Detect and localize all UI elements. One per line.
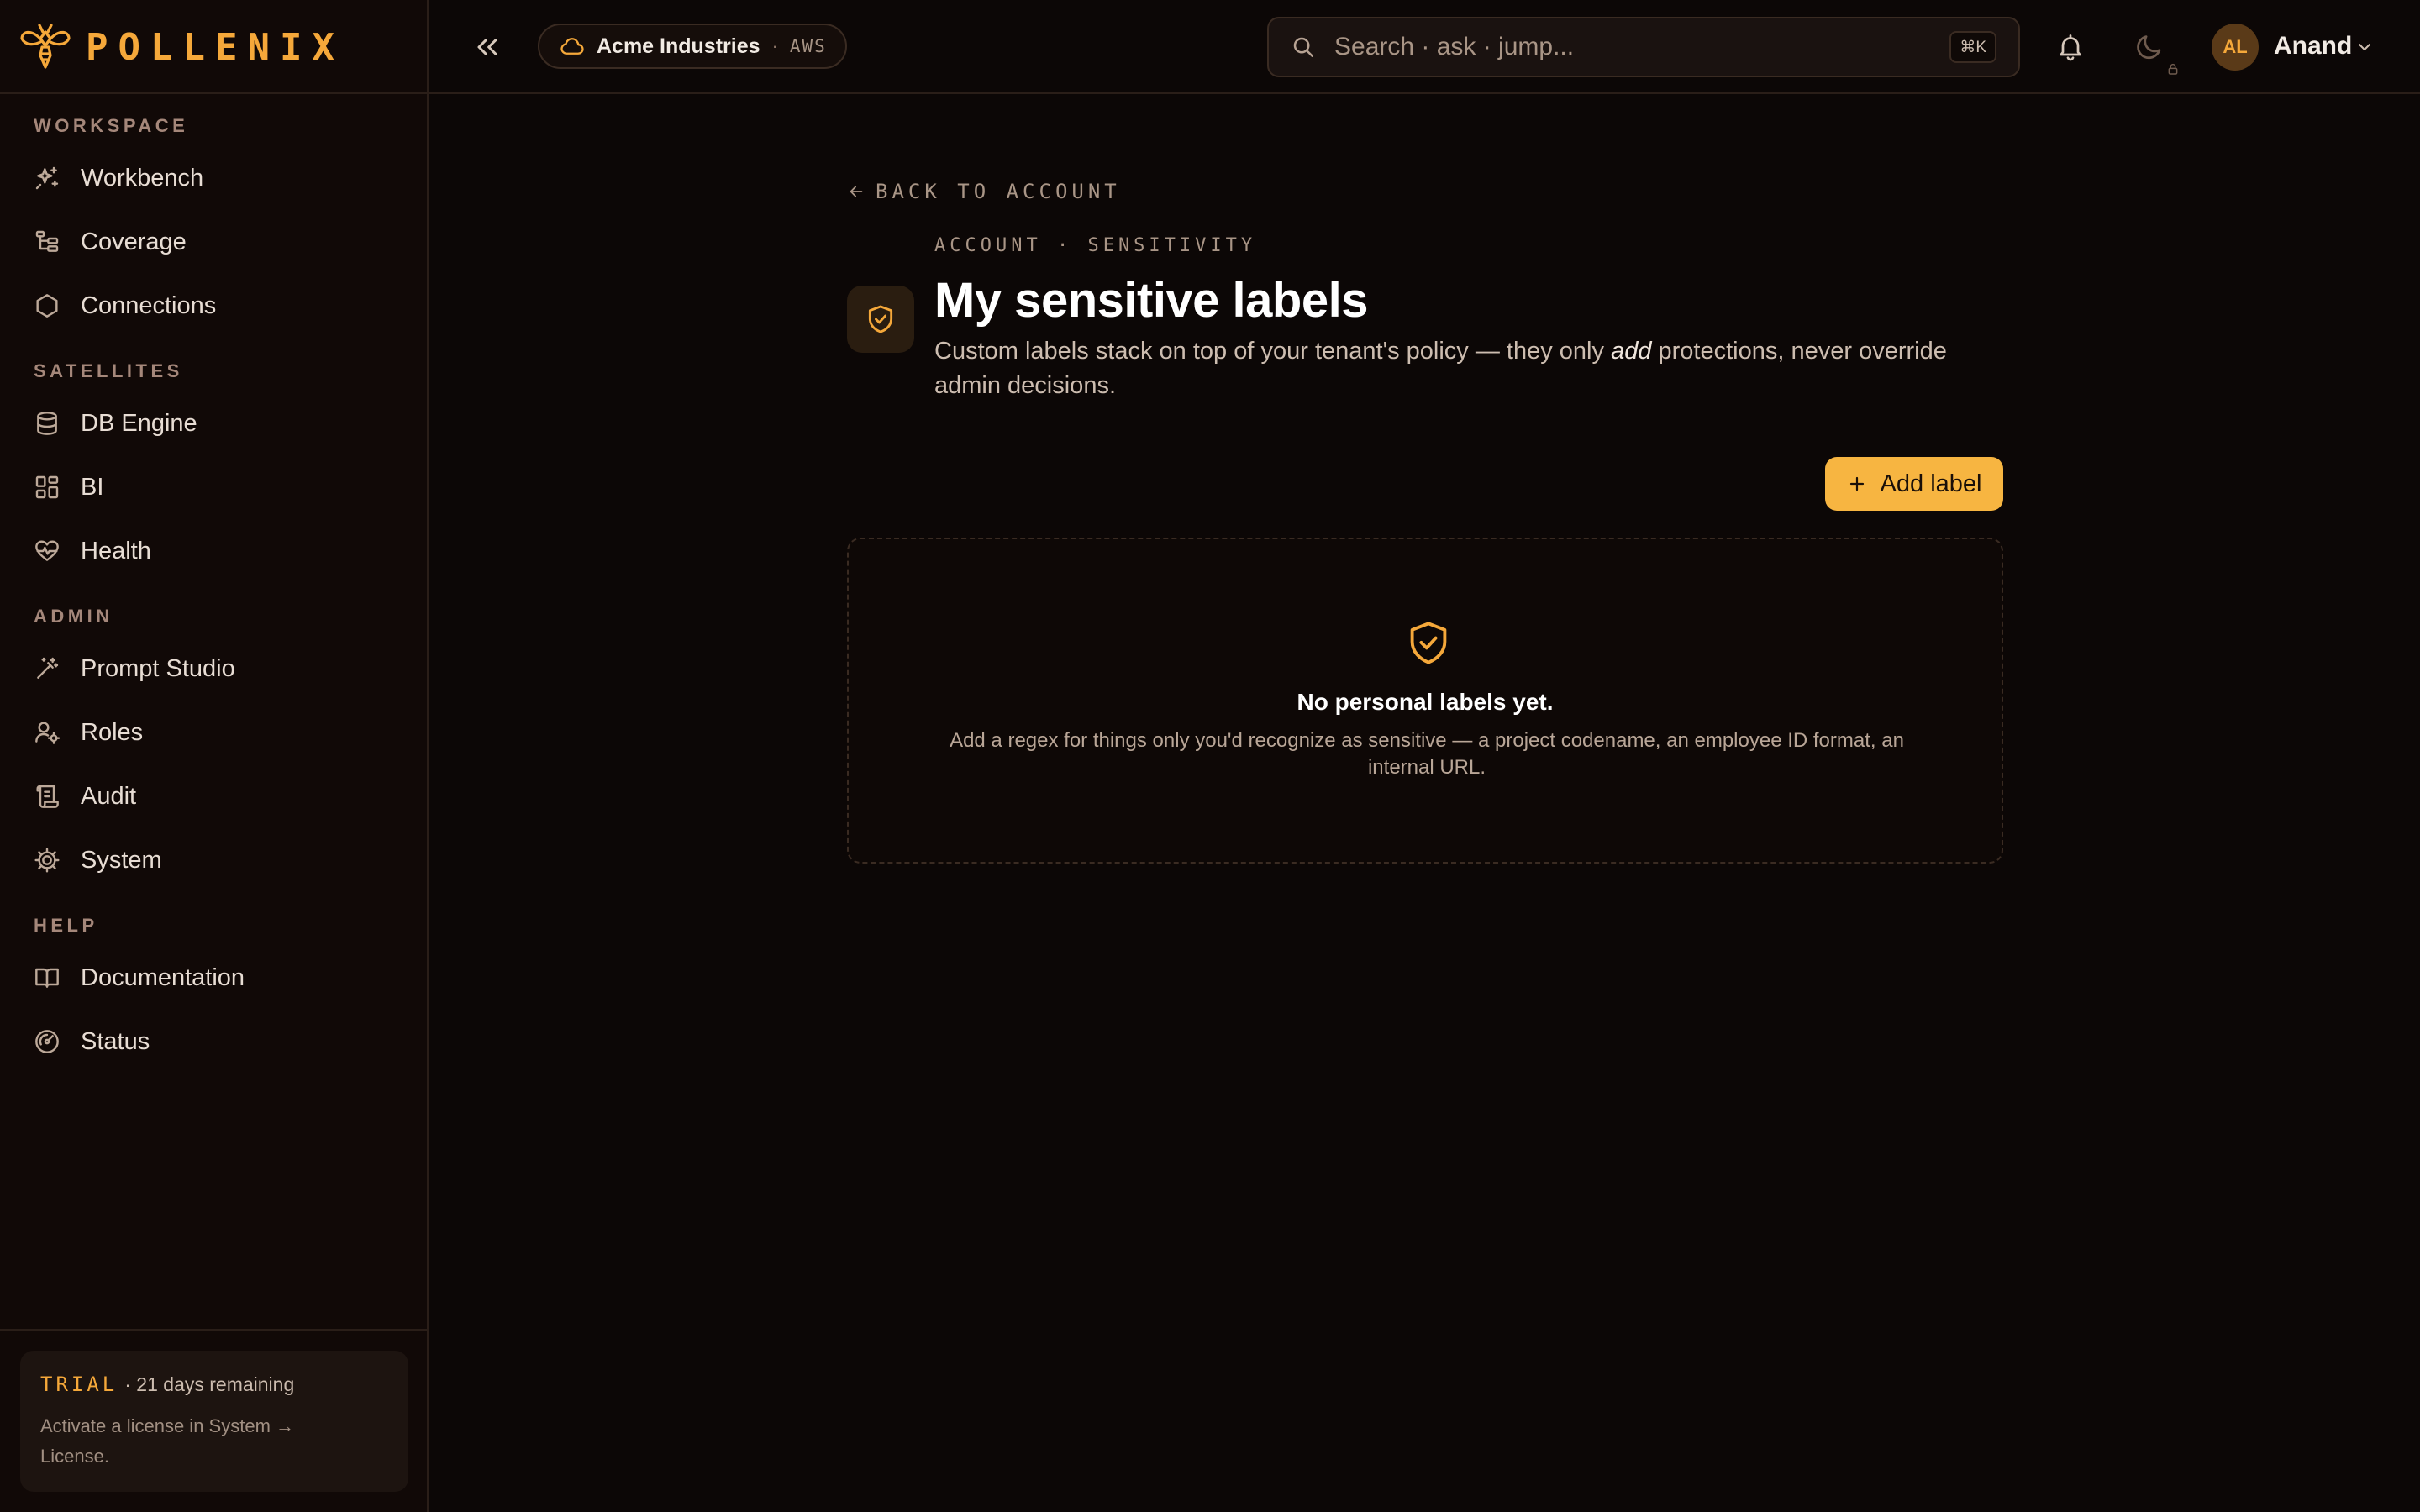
search-input[interactable] <box>1334 33 1932 61</box>
sidebar-item-label: DB Engine <box>81 409 197 437</box>
sidebar-item-workbench[interactable]: Workbench <box>0 146 429 210</box>
empty-state-title: No personal labels yet. <box>1297 689 1554 715</box>
breadcrumb: ACCOUNT · SENSITIVITY <box>934 235 1257 256</box>
sidebar-nav: WORKSPACE Workbench Coverage Connections… <box>0 114 429 1074</box>
sidebar-item-coverage[interactable]: Coverage <box>0 210 429 274</box>
global-search[interactable]: ⌘K <box>1267 17 2020 77</box>
section-title-workspace: WORKSPACE <box>34 115 189 136</box>
sidebar-item-db-engine[interactable]: DB Engine <box>0 391 429 455</box>
sidebar-item-prompt-studio[interactable]: Prompt Studio <box>0 637 429 701</box>
brand-logo[interactable]: POLLENIX <box>18 20 345 74</box>
lock-icon <box>2166 62 2180 76</box>
sidebar-item-label: Status <box>81 1027 150 1055</box>
shield-check-icon <box>868 305 893 333</box>
trial-badge: TRIAL <box>40 1373 118 1396</box>
description-emphasis: add <box>1611 338 1652 365</box>
search-shortcut-badge: ⌘K <box>1949 31 1996 63</box>
arrow-left-icon <box>850 186 863 197</box>
section-title-help: HELP <box>34 915 98 936</box>
sidebar-item-health[interactable]: Health <box>0 519 429 583</box>
sidebar: POLLENIX WORKSPACE Workbench Coverage Co… <box>0 0 429 1512</box>
sidebar-item-status[interactable]: Status <box>0 1010 429 1074</box>
sidebar-divider <box>0 1329 429 1331</box>
chevron-down-icon <box>2359 44 2370 50</box>
moon-icon <box>2137 35 2161 60</box>
search-icon <box>1293 37 1313 57</box>
user-cog-icon <box>35 722 60 744</box>
dashboard-icon <box>35 475 59 499</box>
tenant-name: Acme Industries <box>597 34 760 58</box>
bee-logo-icon <box>20 24 71 69</box>
sidebar-item-roles[interactable]: Roles <box>0 701 429 764</box>
sidebar-item-bi[interactable]: BI <box>0 455 429 519</box>
sidebar-item-label: Audit <box>81 782 137 810</box>
sidebar-item-documentation[interactable]: Documentation <box>0 946 429 1010</box>
trial-license-note: Activate a license in System → License. <box>40 1415 295 1467</box>
cloud-icon <box>560 38 584 55</box>
page-title: My sensitive labels <box>934 273 1368 328</box>
back-to-account-link[interactable]: BACK TO ACCOUNT <box>847 180 1121 203</box>
collapse-sidebar-button[interactable] <box>471 30 504 64</box>
sidebar-item-system[interactable]: System <box>0 828 429 892</box>
sidebar-item-label: Documentation <box>81 963 245 991</box>
empty-state-description: Add a regex for things only you'd recogn… <box>950 729 1904 779</box>
user-name[interactable]: Anand <box>2274 32 2352 60</box>
tenant-cloud-provider: AWS <box>789 36 827 56</box>
book-icon <box>35 968 59 988</box>
sidebar-item-label: Workbench <box>81 164 204 192</box>
section-title-admin: ADMIN <box>34 606 113 627</box>
sidebar-item-label: Connections <box>81 291 217 319</box>
sidebar-item-label: Coverage <box>81 228 187 255</box>
section-title-satellites: SATELLITES <box>34 360 183 381</box>
plus-icon <box>1849 476 1864 491</box>
header-divider <box>0 92 2420 94</box>
shield-check-icon <box>1410 622 1447 664</box>
sidebar-item-label: System <box>81 846 162 874</box>
sparkles-icon <box>35 166 59 190</box>
empty-state-card: No personal labels yet. Add a regex for … <box>847 538 2003 864</box>
sidebar-item-label: Prompt Studio <box>81 654 235 682</box>
gauge-icon <box>35 1030 59 1053</box>
tenant-separator: · <box>771 35 778 56</box>
trial-card[interactable]: TRIAL · 21 days remaining Activate a lic… <box>20 1351 408 1492</box>
brand-name: POLLENIX <box>86 25 345 69</box>
notifications-button[interactable] <box>2055 32 2086 62</box>
add-label-button-label: Add label <box>1880 470 1982 497</box>
add-label-button[interactable]: Add label <box>1825 457 2003 511</box>
sidebar-item-label: Health <box>81 537 151 564</box>
sidebar-item-audit[interactable]: Audit <box>0 764 429 828</box>
hexagon-icon <box>36 294 58 318</box>
tenant-switcher[interactable]: Acme Industries · AWS <box>538 24 847 69</box>
description-text: Custom labels stack on top of your tenan… <box>934 338 1612 365</box>
sidebar-item-label: Roles <box>81 718 144 746</box>
sidebar-item-label: BI <box>81 473 104 501</box>
page-description: Custom labels stack on top of your tenan… <box>934 334 2002 403</box>
heart-pulse-icon <box>35 540 59 561</box>
magic-wand-icon <box>37 657 59 679</box>
user-menu-chevron[interactable] <box>2354 37 2375 57</box>
page-icon <box>847 286 914 353</box>
scroll-icon <box>36 785 59 808</box>
bell-icon <box>2060 34 2081 61</box>
theme-toggle-button[interactable] <box>2134 32 2165 62</box>
trial-days-remaining: · 21 days remaining <box>124 1373 295 1395</box>
tree-icon <box>35 230 59 252</box>
avatar[interactable]: AL <box>2212 24 2259 71</box>
sidebar-item-connections[interactable]: Connections <box>0 274 429 338</box>
back-link-label: BACK TO ACCOUNT <box>876 180 1121 203</box>
chevrons-left-icon <box>477 39 497 55</box>
cog-icon <box>34 848 60 873</box>
database-icon <box>37 412 57 435</box>
